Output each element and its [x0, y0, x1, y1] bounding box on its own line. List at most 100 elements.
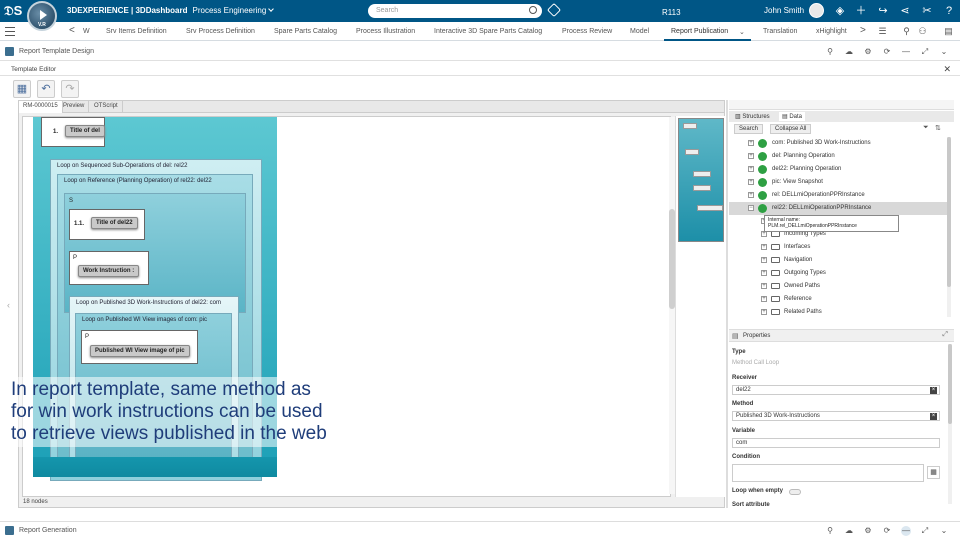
search-icon[interactable]: ⚲ [825, 47, 835, 57]
sort-icon[interactable]: ⇅ [935, 124, 941, 132]
panel-splitter[interactable] [726, 100, 728, 508]
collapse-all-button[interactable]: Collapse All [770, 124, 812, 134]
title-del22-label[interactable]: Title of del22 [91, 217, 138, 229]
expand-icon[interactable]: + [748, 140, 754, 146]
minimap[interactable] [675, 116, 725, 497]
tag-icon[interactable] [546, 2, 562, 18]
expand-icon[interactable]: + [748, 166, 754, 172]
tree-row[interactable]: + Outgoing Types [729, 267, 947, 280]
condition-field[interactable] [732, 464, 924, 482]
tab-spare-parts-catalog[interactable]: Spare Parts Catalog [274, 28, 337, 35]
condition-editor-icon[interactable]: ▦ [927, 466, 940, 479]
published-image-label[interactable]: Published WI View image of pic [90, 345, 190, 357]
redo-icon[interactable]: ↷ [61, 80, 79, 98]
ds-logo-icon[interactable]: 𝔇S [4, 3, 22, 19]
menu-icon[interactable] [5, 27, 15, 36]
method-field[interactable]: Published 3D Work-Instructions × [732, 411, 940, 421]
compass-button[interactable]: V.R [27, 1, 57, 31]
expand-icon[interactable]: + [761, 296, 767, 302]
clear-method-icon[interactable]: × [930, 413, 937, 420]
cloud-icon[interactable]: ☁ [844, 47, 854, 57]
help-icon[interactable]: ? [942, 4, 956, 18]
maximize-icon[interactable]: ⤢ [920, 526, 930, 536]
brand-title[interactable]: 3DEXPERIENCE | 3DDashboard Process Engine… [67, 6, 275, 15]
image-paragraph-block[interactable]: P Published WI View image of pic [81, 330, 198, 364]
expand-icon[interactable]: + [748, 179, 754, 185]
save-template-icon[interactable]: ▦ [13, 80, 31, 98]
refresh-icon[interactable]: ⟳ [882, 47, 892, 57]
tab-process-illustration[interactable]: Process Illustration [356, 28, 415, 35]
chevron-left-icon[interactable]: ‹ [7, 300, 10, 310]
search-icon[interactable] [529, 6, 537, 14]
tab-data[interactable]: ▤ Data [779, 112, 806, 121]
user-name[interactable]: John Smith [764, 6, 804, 15]
expand-icon[interactable]: + [748, 153, 754, 159]
chevron-down-icon[interactable]: ⌄ [939, 47, 949, 57]
tree-row[interactable]: + rel: DELLmiOperationPPRInstance [729, 189, 947, 202]
people-icon[interactable]: ⚇ [917, 26, 928, 37]
loop-empty-toggle[interactable] [789, 489, 801, 495]
tab-next-button[interactable]: > [860, 25, 866, 36]
expand-icon[interactable]: + [748, 192, 754, 198]
tab-xhighlight[interactable]: xHighlight [816, 28, 847, 35]
compose-icon[interactable]: ◈ [833, 4, 847, 18]
tab-back[interactable]: W [83, 28, 90, 35]
tab-model[interactable]: Model [630, 28, 649, 35]
tab-process-review[interactable]: Process Review [562, 28, 612, 35]
chat-icon[interactable]: ▤ [943, 26, 954, 37]
tree-row[interactable]: + pic: View Snapshot [729, 176, 947, 189]
network-icon[interactable]: ⋖ [898, 4, 912, 18]
receiver-field[interactable]: del22 × [732, 385, 940, 395]
undo-icon[interactable]: ↶ [37, 80, 55, 98]
tab-prev-button[interactable]: < [69, 25, 75, 36]
tab-preview[interactable]: Preview [59, 101, 90, 113]
tab-interactive-3d-spare-parts-catalog[interactable]: Interactive 3D Spare Parts Catalog [434, 28, 542, 35]
tree-row[interactable]: + com: Published 3D Work-Instructions [729, 137, 947, 150]
gear-icon[interactable]: ⚙ [863, 47, 873, 57]
tree-row[interactable]: + Related Paths [729, 306, 947, 319]
chevron-down-icon[interactable]: ⌄ [939, 526, 949, 536]
search-icon[interactable]: ⚲ [825, 526, 835, 536]
tree-scrollbar[interactable] [947, 137, 951, 317]
title-del-block[interactable]: 1. Title of del [41, 117, 105, 147]
refresh-icon[interactable]: ⟳ [882, 526, 892, 536]
work-instruction-label[interactable]: Work Instruction : [78, 265, 140, 277]
tab-srv-items-definition[interactable]: Srv Items Definition [106, 28, 167, 35]
cloud-icon[interactable]: ☁ [844, 526, 854, 536]
filter-icon[interactable]: ⏷ [923, 124, 929, 132]
gear-icon[interactable]: ⚙ [863, 526, 873, 536]
close-icon[interactable]: ✕ [943, 64, 951, 75]
list-icon[interactable]: ☰ [877, 26, 888, 37]
tree-row[interactable]: + Navigation [729, 254, 947, 267]
expand-icon[interactable]: ⤢ [942, 331, 948, 339]
expand-icon[interactable]: + [761, 309, 767, 315]
expand-icon[interactable]: + [761, 270, 767, 276]
tools-icon[interactable]: ✂ [920, 4, 934, 18]
panel-collapse-bar[interactable] [729, 100, 954, 110]
tree-row[interactable]: − rel22: DELLmiOperationPPRInstance [729, 202, 947, 215]
tab-srv-process-definition[interactable]: Srv Process Definition [186, 28, 255, 35]
paragraph-block[interactable]: P Work Instruction : [69, 251, 149, 285]
scrollbar-thumb[interactable] [948, 344, 952, 424]
chevron-down-icon[interactable]: ⌄ [739, 28, 745, 36]
plus-icon[interactable]: ＋ [854, 4, 868, 18]
tab-translation[interactable]: Translation [763, 28, 797, 35]
tab-otscript[interactable]: OTScript [90, 101, 123, 113]
tree-row[interactable]: + Reference [729, 293, 947, 306]
expand-icon[interactable]: + [761, 257, 767, 263]
search-button[interactable]: Search [734, 124, 764, 134]
clear-receiver-icon[interactable]: × [930, 387, 937, 394]
title-del-label[interactable]: Title of del [65, 125, 105, 137]
minimize-icon[interactable]: — [901, 47, 911, 57]
tenant-label[interactable]: R113 [662, 8, 681, 17]
title-del22-block[interactable]: 1.1. Title of del22 [69, 209, 145, 240]
variable-field[interactable]: com [732, 438, 940, 448]
avatar[interactable] [809, 3, 824, 18]
tree-row[interactable]: + Owned Paths [729, 280, 947, 293]
tab-rm-0000015[interactable]: RM-0000015 [19, 101, 63, 113]
search-input[interactable]: Search [368, 4, 542, 18]
expand-icon[interactable]: + [761, 283, 767, 289]
tab-structures[interactable]: ▥ Structures [732, 112, 773, 121]
properties-scrollbar[interactable] [948, 344, 952, 504]
tree-row[interactable]: + del: Planning Operation [729, 150, 947, 163]
